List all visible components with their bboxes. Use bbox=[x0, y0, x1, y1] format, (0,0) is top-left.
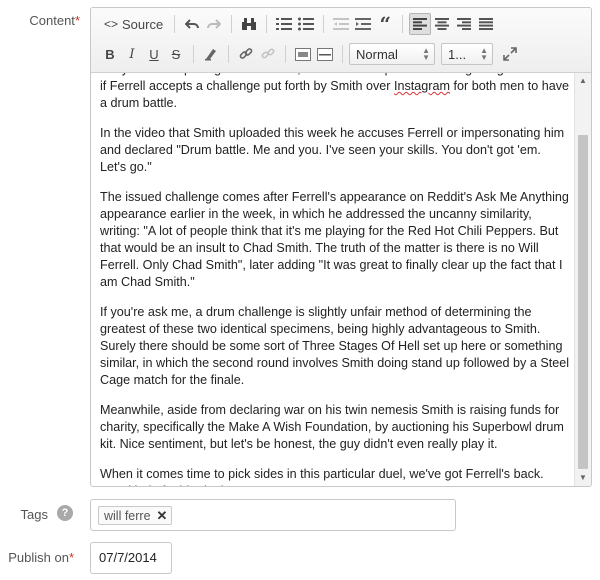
underline-button[interactable]: U bbox=[143, 43, 165, 65]
indent-icon bbox=[355, 18, 372, 30]
remove-format-button[interactable] bbox=[200, 43, 222, 65]
bold-icon: B bbox=[105, 46, 115, 62]
numbered-list-icon bbox=[276, 18, 293, 30]
publish-date-field[interactable]: 07/7/2014 bbox=[90, 542, 172, 574]
editor-toolbar: <> Source “ B I U S Normal ▲ ▼ 1... ▲ ▼ bbox=[91, 8, 591, 73]
toolbar-row-2: B I U S Normal ▲ ▼ 1... ▲ ▼ bbox=[99, 42, 521, 66]
editor-document[interactable]: likely one man posing as both. Well, the… bbox=[100, 73, 570, 486]
editor-scrollbar[interactable]: ▲ ▼ bbox=[574, 73, 591, 486]
paragraph: The issued challenge comes after Ferrell… bbox=[100, 190, 569, 289]
source-label: Source bbox=[122, 16, 164, 32]
publish-on-label: Publish on* bbox=[8, 550, 74, 565]
scroll-down-arrow-icon[interactable]: ▼ bbox=[575, 470, 591, 486]
eraser-icon bbox=[205, 49, 216, 61]
rich-text-editor: <> Source “ B I U S Normal ▲ ▼ 1... ▲ ▼ … bbox=[90, 7, 592, 487]
horizontal-rule-button[interactable] bbox=[314, 43, 336, 65]
quote-icon: “ bbox=[379, 12, 391, 36]
unlink-icon bbox=[261, 48, 275, 59]
scroll-up-arrow-icon[interactable]: ▲ bbox=[575, 73, 591, 89]
image-button[interactable] bbox=[292, 43, 314, 65]
italic-icon: I bbox=[129, 46, 135, 62]
undo-button[interactable] bbox=[181, 13, 203, 35]
outdent-icon bbox=[333, 18, 350, 30]
content-label: Content* bbox=[29, 13, 80, 28]
tags-label: Tags bbox=[21, 507, 48, 522]
font-size-select-value: 1... bbox=[448, 46, 467, 62]
paragraph: Meanwhile, aside from declaring war on h… bbox=[100, 403, 564, 451]
bold-button[interactable]: B bbox=[99, 43, 121, 65]
horizontal-rule-icon bbox=[317, 47, 333, 61]
toolbar-row-1: <> Source “ bbox=[99, 12, 497, 36]
toolbar-separator bbox=[174, 15, 176, 33]
bulleted-list-button[interactable] bbox=[295, 13, 317, 35]
tag-chip: will ferre ✕ bbox=[98, 506, 173, 525]
strikethrough-icon: S bbox=[171, 46, 181, 62]
source-button[interactable]: <> Source bbox=[99, 13, 168, 35]
toolbar-separator bbox=[342, 45, 343, 63]
decrease-indent-button[interactable] bbox=[330, 13, 352, 35]
toolbar-separator bbox=[402, 15, 404, 33]
tags-input[interactable]: will ferre ✕ bbox=[90, 499, 456, 531]
link-icon bbox=[239, 48, 253, 59]
align-right-icon bbox=[457, 18, 472, 30]
align-center-button[interactable] bbox=[431, 13, 453, 35]
toolbar-separator bbox=[228, 45, 229, 63]
redo-button[interactable] bbox=[203, 13, 225, 35]
toolbar-separator bbox=[323, 15, 325, 33]
unlink-button[interactable] bbox=[257, 43, 279, 65]
scrollbar-thumb[interactable] bbox=[578, 135, 588, 469]
find-button[interactable] bbox=[238, 13, 260, 35]
justify-icon bbox=[479, 18, 494, 30]
content-label-text: Content bbox=[29, 13, 75, 28]
tags-label-text: Tags bbox=[20, 507, 48, 522]
toolbar-separator bbox=[266, 15, 268, 33]
help-icon[interactable]: ? bbox=[57, 505, 73, 521]
paragraph: When it comes time to pick sides in this… bbox=[100, 467, 544, 486]
misspelled-word[interactable]: Instagram bbox=[394, 79, 450, 93]
strikethrough-button[interactable]: S bbox=[165, 43, 187, 65]
required-mark: * bbox=[74, 13, 80, 28]
blockquote-button[interactable]: “ bbox=[374, 13, 396, 35]
align-left-button[interactable] bbox=[409, 13, 432, 35]
align-center-icon bbox=[435, 18, 450, 30]
align-left-icon bbox=[413, 18, 428, 30]
font-size-select[interactable]: 1... ▲ ▼ bbox=[441, 43, 493, 65]
redo-icon bbox=[207, 19, 222, 29]
increase-indent-button[interactable] bbox=[352, 13, 374, 35]
maximize-icon bbox=[503, 47, 517, 61]
publish-on-label-text: Publish on bbox=[8, 550, 69, 565]
binoculars-icon bbox=[242, 18, 257, 30]
tag-label: will ferre bbox=[104, 508, 151, 523]
toolbar-separator bbox=[285, 45, 286, 63]
select-arrows-icon: ▲ ▼ bbox=[422, 46, 430, 62]
numbered-list-button[interactable] bbox=[273, 13, 295, 35]
underline-icon: U bbox=[149, 46, 159, 62]
required-mark: * bbox=[68, 550, 74, 565]
paragraph: In the video that Smith uploaded this we… bbox=[100, 126, 565, 174]
align-right-button[interactable] bbox=[453, 13, 475, 35]
toolbar-separator bbox=[231, 15, 233, 33]
paragraph: If you're ask me, a drum challenge is sl… bbox=[100, 305, 570, 387]
format-select[interactable]: Normal ▲ ▼ bbox=[349, 43, 435, 65]
remove-tag-icon[interactable]: ✕ bbox=[157, 508, 168, 524]
source-icon: <> bbox=[104, 17, 119, 31]
justify-button[interactable] bbox=[475, 13, 497, 35]
editor-content-area[interactable]: likely one man posing as both. Well, the… bbox=[91, 73, 574, 486]
format-select-value: Normal bbox=[356, 46, 398, 62]
maximize-button[interactable] bbox=[499, 43, 521, 65]
bulleted-list-icon bbox=[298, 17, 315, 31]
undo-icon bbox=[185, 19, 200, 29]
link-button[interactable] bbox=[235, 43, 257, 65]
paragraph: likely one man posing as both. Well, the… bbox=[100, 73, 570, 112]
toolbar-separator bbox=[193, 45, 194, 63]
image-icon bbox=[295, 47, 311, 61]
select-arrows-icon: ▲ ▼ bbox=[480, 46, 488, 62]
italic-button[interactable]: I bbox=[121, 43, 143, 65]
